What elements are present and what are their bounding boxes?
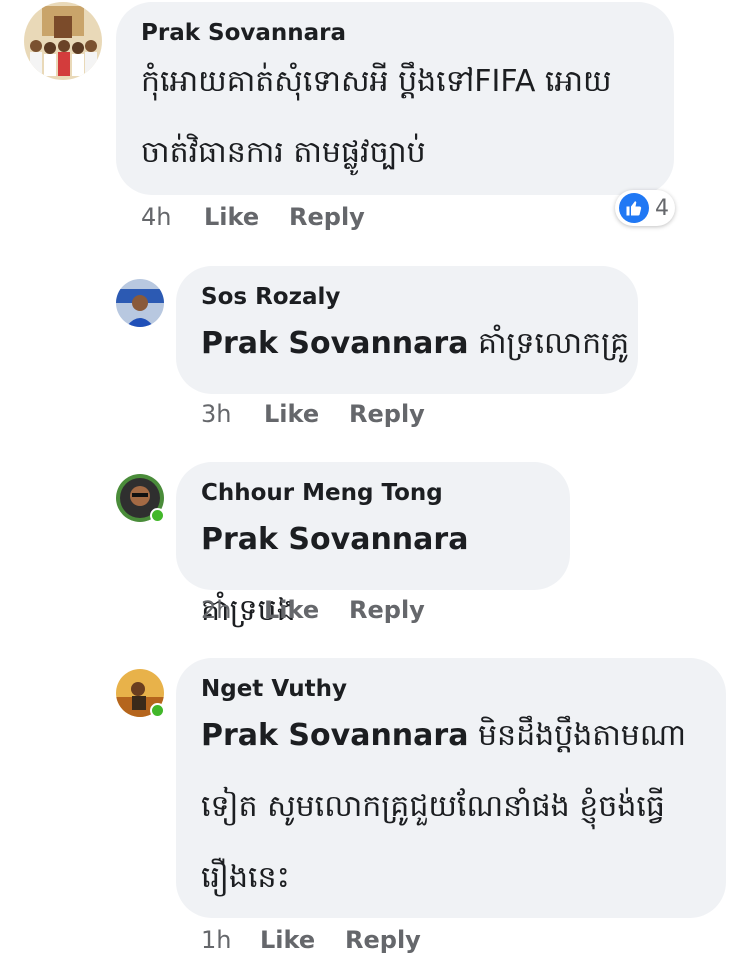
comment-actions: 2h Like Reply	[201, 596, 425, 624]
thumbs-up-icon	[619, 193, 649, 223]
like-button[interactable]: Like	[264, 400, 349, 428]
comment-text: កុំអោយគាត់សុំទោសអី ប្ដឹងទៅFIFA អោយ ចាត់វ…	[141, 46, 671, 188]
reaction-count: 4	[655, 195, 669, 221]
like-button[interactable]: Like	[264, 596, 349, 624]
comment-bubble: Chhour Meng Tong Prak Sovannara គាំទ្របង	[176, 462, 570, 628]
avatar[interactable]	[24, 2, 102, 80]
comment-text-line: រឿងនេះ	[201, 860, 290, 895]
comment-text-line: ទៀត សូមលោកគ្រូជួយណែនាំផង ខ្ញុំចង់ធ្វើ	[201, 789, 665, 824]
reply-button[interactable]: Reply	[349, 400, 425, 428]
comment-bubble: Sos Rozaly Prak Sovannara គាំទ្រលោកគ្រូ	[176, 266, 638, 394]
comment-actions: 1h Like Reply	[201, 926, 421, 954]
comment-text-line: កុំអោយគាត់សុំទោសអី ប្ដឹងទៅFIFA អោយ	[141, 64, 612, 99]
comment: Prak Sovannara កុំអោយគាត់សុំទោសអី ប្ដឹងទ…	[0, 0, 750, 240]
like-button[interactable]: Like	[204, 203, 289, 231]
comment-text: Prak Sovannara គាំទ្រលោកគ្រូ	[201, 308, 631, 379]
comment-actions: 4h Like Reply	[141, 203, 365, 231]
comment-text-line: គាំទ្រលោកគ្រូ	[477, 326, 630, 361]
comment-timestamp[interactable]: 3h	[201, 400, 264, 428]
comment-text-line: មិនដឹងប្ដឹងតាមណា	[477, 718, 686, 753]
comment-author[interactable]: Prak Sovannara	[141, 20, 346, 46]
mention-link[interactable]: Prak Sovannara	[201, 718, 468, 753]
comment-bubble: Nget Vuthy Prak Sovannara មិនដឹងប្ដឹងតាម…	[176, 658, 726, 918]
online-status-dot	[150, 508, 165, 523]
mention-link[interactable]: Prak Sovannara	[201, 326, 468, 361]
person-photo-icon	[116, 279, 164, 327]
avatar[interactable]	[116, 669, 165, 718]
comment-text: Prak Sovannara គាំទ្របង	[201, 504, 566, 646]
group-photo-icon	[24, 2, 102, 80]
like-button[interactable]: Like	[260, 926, 345, 954]
avatar[interactable]	[116, 279, 164, 327]
reply-button[interactable]: Reply	[345, 926, 421, 954]
comment-bubble: Prak Sovannara កុំអោយគាត់សុំទោសអី ប្ដឹងទ…	[116, 2, 674, 195]
reaction-summary[interactable]: 4	[615, 190, 675, 226]
comment-author[interactable]: Nget Vuthy	[201, 676, 347, 702]
comment-timestamp[interactable]: 4h	[141, 203, 204, 231]
comment-text: Prak Sovannara មិនដឹងប្ដឹងតាមណា ទៀត សូមល…	[201, 700, 721, 913]
comment-author[interactable]: Chhour Meng Tong	[201, 480, 443, 506]
comment-actions: 3h Like Reply	[201, 400, 425, 428]
mention-link[interactable]: Prak Sovannara	[201, 522, 468, 557]
comment-timestamp[interactable]: 1h	[201, 926, 260, 954]
online-status-dot	[150, 703, 165, 718]
avatar[interactable]	[116, 474, 165, 523]
comment-text-line: ចាត់វិធានការ តាមផ្លូវច្បាប់	[141, 135, 426, 170]
reply-button[interactable]: Reply	[349, 596, 425, 624]
comment-author[interactable]: Sos Rozaly	[201, 284, 340, 310]
reply-button[interactable]: Reply	[289, 203, 365, 231]
comment-timestamp[interactable]: 2h	[201, 596, 264, 624]
